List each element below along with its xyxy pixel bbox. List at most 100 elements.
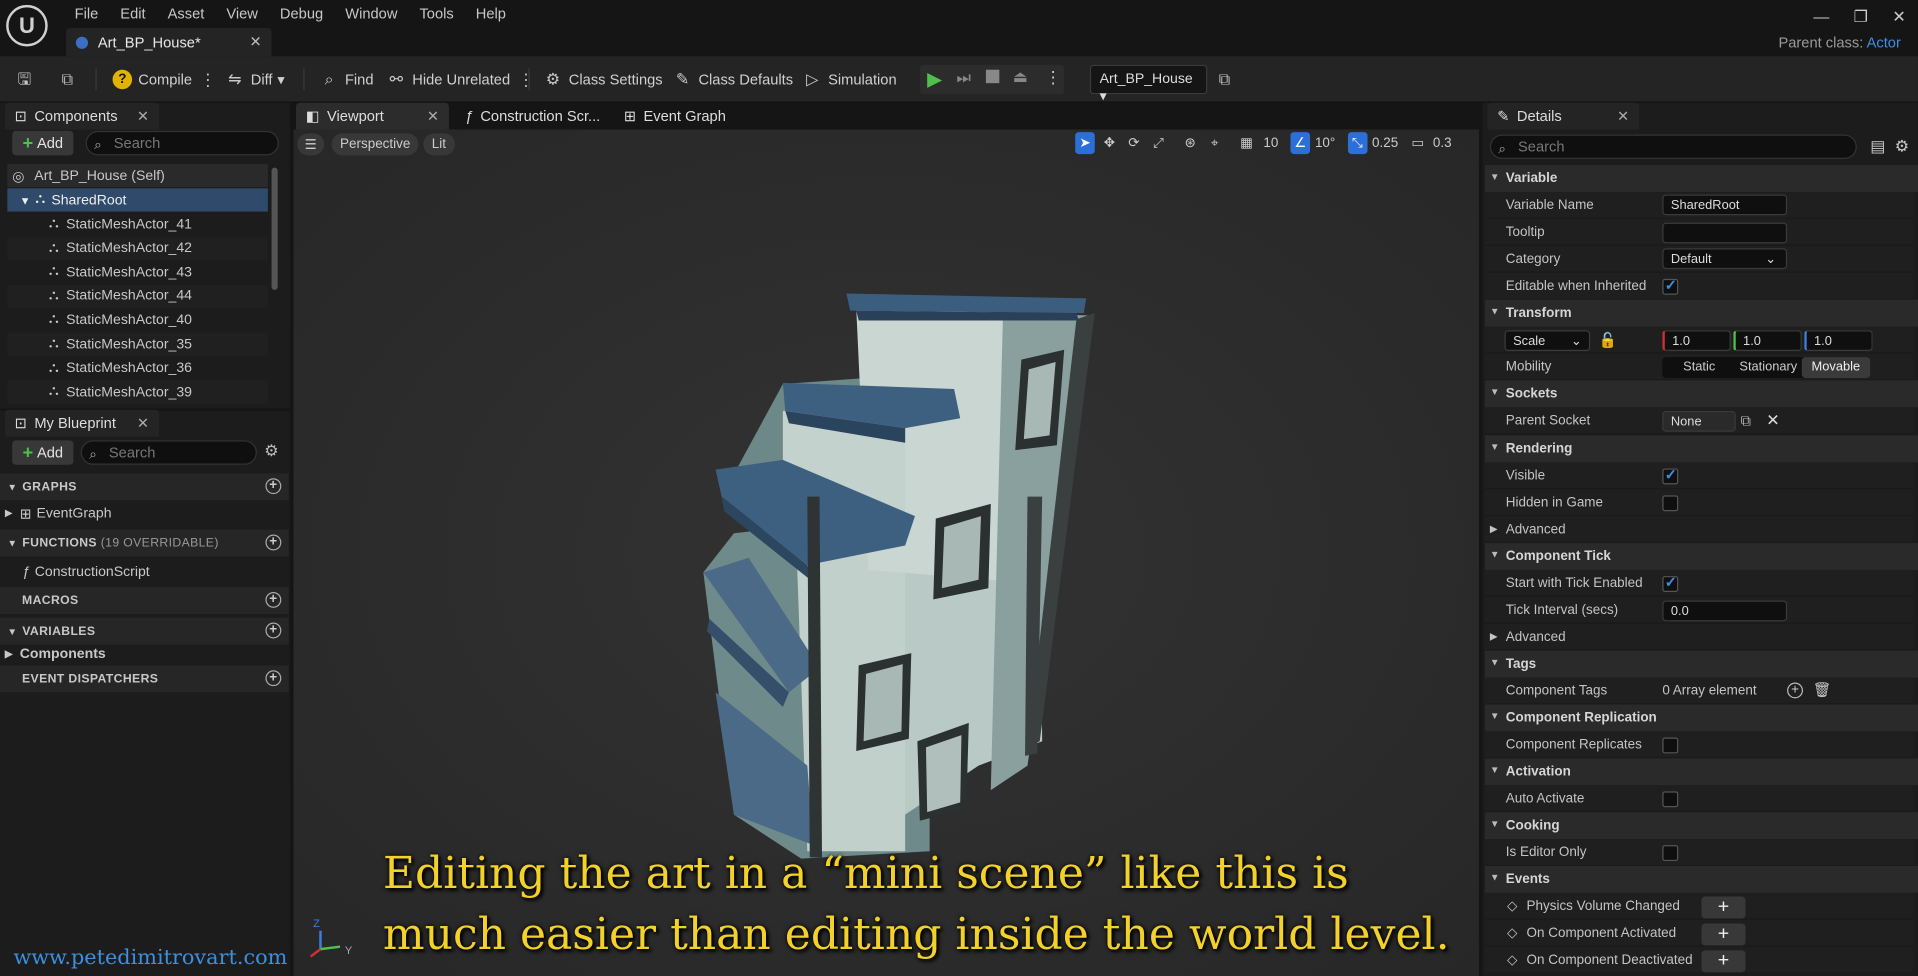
add-macro-icon[interactable]: + <box>265 591 282 608</box>
tab-event-graph[interactable]: ⊞ Event Graph <box>614 102 749 130</box>
tree-row-self[interactable]: ◎ Art_BP_House (Self) <box>7 163 268 188</box>
browse-button[interactable]: ⧉ <box>57 67 83 91</box>
perspective-button[interactable]: Perspective <box>331 133 419 156</box>
section-variables[interactable]: ▼ VARIABLES + <box>0 617 289 645</box>
kebab-icon[interactable]: ⋮ <box>1045 67 1062 88</box>
debug-object-select[interactable]: Art_BP_House ▾ <box>1089 64 1208 104</box>
find-button[interactable]: ⌕ Find <box>319 67 374 91</box>
editor-only-checkbox[interactable] <box>1662 845 1679 862</box>
category-select[interactable]: Default ⌄ <box>1662 248 1788 270</box>
simulation-button[interactable]: ▷ Simulation <box>802 67 897 91</box>
lock-icon[interactable]: 🔓 <box>1599 331 1617 348</box>
close-icon[interactable]: ✕ <box>249 33 261 50</box>
menu-debug[interactable]: Debug <box>269 2 334 24</box>
select-icon[interactable]: ➤ <box>1075 132 1095 155</box>
unreal-logo-icon[interactable]: U <box>6 4 48 47</box>
world-local-icon[interactable]: ⊛ <box>1180 132 1200 154</box>
list-item-components[interactable]: ▶ Components <box>5 642 266 665</box>
add-event-button[interactable]: + <box>1701 950 1746 973</box>
replicates-checkbox[interactable] <box>1662 737 1679 754</box>
tree-row[interactable]: ⛬ StaticMeshActor_39 <box>7 380 268 404</box>
category-activation[interactable]: ▼ Activation <box>1484 758 1918 786</box>
parent-socket-field[interactable]: None <box>1662 410 1736 432</box>
menu-tools[interactable]: Tools <box>408 2 464 24</box>
editable-checkbox[interactable] <box>1662 276 1679 295</box>
hide-unrelated-button[interactable]: ⚯ Hide Unrelated ⋮ <box>387 67 535 91</box>
menu-asset[interactable]: Asset <box>157 2 216 24</box>
category-sockets[interactable]: ▼ Sockets <box>1484 380 1918 408</box>
tree-row[interactable]: ⛬ StaticMeshActor_42 <box>7 236 268 261</box>
blueprint-search-input[interactable]: ⌕ Search <box>80 440 257 465</box>
compile-button[interactable]: ? Compile ⋮ <box>112 67 217 91</box>
close-icon[interactable]: ✕ <box>427 108 439 125</box>
menu-view[interactable]: View <box>215 2 269 24</box>
add-function-icon[interactable]: + <box>265 534 282 551</box>
gear-icon[interactable]: ⚙ <box>264 442 278 462</box>
tooltip-field[interactable] <box>1662 222 1788 244</box>
restore-icon[interactable]: ❐ <box>1854 7 1868 27</box>
auto-activate-checkbox[interactable] <box>1662 791 1679 808</box>
rotate-icon[interactable]: ⟳ <box>1124 132 1144 154</box>
stop-icon[interactable] <box>985 69 1000 84</box>
section-graphs[interactable]: ▼ GRAPHS + <box>0 473 289 501</box>
scale-mode-select[interactable]: Scale ⌄ <box>1504 330 1591 352</box>
scale-icon[interactable]: ⤢ <box>1149 132 1169 154</box>
lit-button[interactable]: Lit <box>423 133 455 156</box>
start-tick-checkbox[interactable] <box>1662 574 1679 592</box>
eject-icon[interactable]: ⏏ <box>1013 67 1028 87</box>
mobility-stationary-option[interactable]: Stationary <box>1739 360 1797 375</box>
category-component-tick[interactable]: ▼ Component Tick <box>1484 543 1918 570</box>
add-dispatcher-icon[interactable]: + <box>265 670 282 687</box>
tree-row[interactable]: ⛬ StaticMeshActor_40 <box>7 309 268 332</box>
menu-file[interactable]: File <box>64 2 110 24</box>
rotation-snap-value[interactable]: 10° <box>1315 132 1335 154</box>
visible-checkbox[interactable] <box>1662 466 1679 485</box>
scale-y-field[interactable]: 1.0 <box>1733 330 1802 352</box>
tree-row[interactable]: ⛬ StaticMeshActor_36 <box>7 357 268 380</box>
category-events[interactable]: ▼ Events <box>1484 865 1918 893</box>
hidden-in-game-checkbox[interactable] <box>1662 495 1679 512</box>
category-transform[interactable]: ▼ Transform <box>1484 299 1918 327</box>
tree-row[interactable]: ⛬ StaticMeshActor_35 <box>7 332 268 356</box>
table-view-icon[interactable]: ▤ <box>1870 137 1885 157</box>
kebab-icon[interactable]: ⋮ <box>199 69 216 90</box>
list-item-eventgraph[interactable]: ▶ ⊞ EventGraph <box>5 501 266 524</box>
browse-icon[interactable]: ⧉ <box>1741 412 1751 430</box>
section-macros[interactable]: MACROS + <box>0 587 289 614</box>
tree-row[interactable]: ⛬ StaticMeshActor_43 <box>7 261 268 284</box>
row-tick-advanced[interactable]: ▶ Advanced <box>1484 623 1914 651</box>
rotation-snap-icon[interactable]: ∠ <box>1290 132 1311 155</box>
components-search-input[interactable]: ⌕ Search <box>85 130 279 156</box>
row-rendering-advanced[interactable]: ▶ Advanced <box>1484 516 1914 544</box>
menu-window[interactable]: Window <box>334 2 408 24</box>
add-member-button[interactable]: + Add <box>12 440 74 465</box>
viewport-menu-button[interactable]: ☰ <box>297 133 325 156</box>
mobility-movable-option[interactable]: Movable <box>1801 357 1871 378</box>
add-component-button[interactable]: + Add <box>12 130 74 156</box>
mobility-static-option[interactable]: Static <box>1683 360 1715 375</box>
scale-snap-icon[interactable]: ⤡ <box>1347 132 1368 155</box>
debug-filter-button[interactable]: ⧉ <box>1215 67 1241 91</box>
add-variable-icon[interactable]: + <box>265 622 282 639</box>
gear-icon[interactable]: ⚙ <box>1895 137 1909 157</box>
close-icon[interactable]: ✕ <box>137 415 149 432</box>
menu-edit[interactable]: Edit <box>109 2 156 24</box>
details-search-input[interactable]: ⌕ Search <box>1489 134 1857 160</box>
camera-speed-icon[interactable]: ▭ <box>1408 132 1428 154</box>
kebab-icon[interactable]: ⋮ <box>517 69 534 90</box>
tab-components[interactable]: ⊡ Components ✕ <box>4 102 160 130</box>
save-button[interactable]: 🖫 <box>15 67 41 91</box>
scrollbar[interactable] <box>271 167 278 290</box>
add-event-button[interactable]: + <box>1701 923 1746 946</box>
tab-construction-script[interactable]: ƒ Construction Scr... <box>455 102 608 130</box>
grid-snap-icon[interactable]: ▦ <box>1237 132 1257 154</box>
tree-row[interactable]: ⛬ StaticMeshActor_41 <box>7 213 268 236</box>
category-replication[interactable]: ▼ Component Replication <box>1484 704 1918 732</box>
diff-button[interactable]: ⇋ Diff ▾ <box>225 67 285 91</box>
menu-help[interactable]: Help <box>465 2 517 24</box>
add-graph-icon[interactable]: + <box>265 478 282 495</box>
camera-speed-value[interactable]: 0.3 <box>1432 132 1452 154</box>
close-icon[interactable]: ✕ <box>137 108 149 125</box>
trash-icon[interactable]: 🗑 <box>1813 681 1832 698</box>
section-functions[interactable]: ▼ FUNCTIONS (19 OVERRIDABLE) + <box>0 529 289 557</box>
